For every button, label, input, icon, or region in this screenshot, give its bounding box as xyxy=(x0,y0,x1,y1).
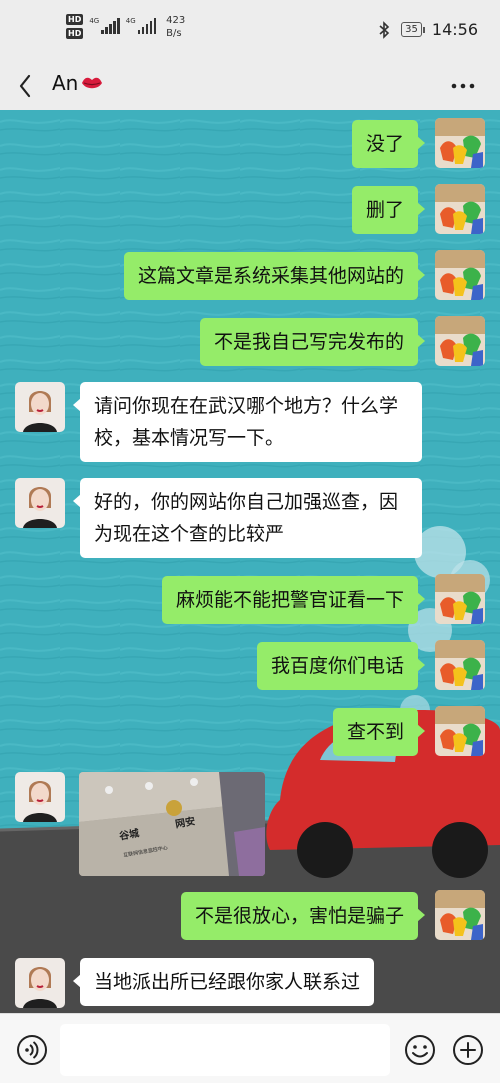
status-bar: HD HD 4G 4G 423 B/s 35 14:56 xyxy=(0,0,500,62)
message-input[interactable] xyxy=(60,1024,390,1076)
network-speed: 423 B/s xyxy=(166,14,185,40)
message-bubble-me[interactable]: 查不到 xyxy=(332,708,426,756)
my-avatar[interactable] xyxy=(435,316,485,366)
message-bubble-me[interactable]: 我百度你们电话 xyxy=(256,642,426,690)
my-avatar[interactable] xyxy=(435,250,485,300)
contact-name: An xyxy=(52,71,79,95)
avatar-image-icon xyxy=(435,574,485,624)
hd-indicators: HD HD xyxy=(66,14,84,39)
message-bubble-me[interactable]: 这篇文章是系统采集其他网站的 xyxy=(123,252,426,300)
message-bubble-me[interactable]: 删了 xyxy=(351,186,426,234)
avatar-image-icon xyxy=(435,250,485,300)
contact-avatar[interactable] xyxy=(15,958,65,1008)
avatar-image-icon xyxy=(15,478,65,528)
more-dots-icon[interactable] xyxy=(450,74,476,98)
back-chevron-icon[interactable] xyxy=(14,70,38,102)
voice-icon[interactable] xyxy=(16,1034,48,1066)
avatar-image-icon xyxy=(15,958,65,1008)
my-avatar[interactable] xyxy=(435,184,485,234)
message-bubble-me[interactable]: 不是很放心，害怕是骗子 xyxy=(180,892,426,940)
avatar-image-icon xyxy=(435,706,485,756)
sim2-network-label: 4G xyxy=(125,17,136,25)
my-avatar[interactable] xyxy=(435,640,485,690)
contact-avatar[interactable] xyxy=(15,478,65,528)
chat-header: An xyxy=(0,62,500,110)
speed-unit: B/s xyxy=(166,28,182,39)
avatar-image-icon xyxy=(15,382,65,432)
status-left: HD HD 4G 4G 423 B/s xyxy=(66,14,185,40)
my-avatar[interactable] xyxy=(435,574,485,624)
avatar-image-icon xyxy=(15,772,65,822)
signal-sim2: 4G xyxy=(125,14,157,34)
message-bubble-other[interactable]: 请问你现在在武汉哪个地方？什么学校，基本情况写一下。 xyxy=(73,382,422,462)
contact-avatar[interactable] xyxy=(15,382,65,432)
message-bubble-me[interactable]: 麻烦能不能把警官证看一下 xyxy=(161,576,426,624)
sim1-network-label: 4G xyxy=(89,17,100,25)
chat-title: An xyxy=(52,71,104,95)
avatar-image-icon xyxy=(435,640,485,690)
contact-avatar[interactable] xyxy=(15,772,65,822)
hd-badge-2: HD xyxy=(66,28,84,39)
status-right: 35 14:56 xyxy=(377,20,478,39)
input-bar xyxy=(0,1013,500,1083)
my-avatar[interactable] xyxy=(435,706,485,756)
emoji-icon[interactable] xyxy=(404,1034,436,1066)
signal-sim1: 4G xyxy=(89,14,120,34)
message-bubble-me[interactable]: 没了 xyxy=(351,120,426,168)
signal-bars-icon xyxy=(101,18,120,34)
hd-badge-1: HD xyxy=(66,14,84,25)
avatar-image-icon xyxy=(435,184,485,234)
image-message[interactable]: 谷城 网安 互联网信息监控中心 xyxy=(79,772,265,876)
speed-value: 423 xyxy=(166,15,186,26)
avatar-image-icon xyxy=(435,118,485,168)
my-avatar[interactable] xyxy=(435,890,485,940)
bluetooth-icon xyxy=(379,20,390,39)
avatar-image-icon xyxy=(435,316,485,366)
kiss-lips-icon xyxy=(82,77,103,89)
avatar-image-icon xyxy=(435,890,485,940)
my-avatar[interactable] xyxy=(435,118,485,168)
office-photo-icon xyxy=(79,772,265,876)
clock: 14:56 xyxy=(431,20,478,39)
chat-area[interactable]: 没了 删了 这篇文章是系统采集其他网站的 不是我自己写完发布的 请问你现在在武汉… xyxy=(0,110,500,1013)
signal-bars-icon xyxy=(137,18,157,34)
message-bubble-me[interactable]: 不是我自己写完发布的 xyxy=(199,318,426,366)
chat-background-wallpaper xyxy=(0,110,500,1013)
battery-icon: 35 xyxy=(401,22,425,37)
plus-icon[interactable] xyxy=(452,1034,484,1066)
message-bubble-other[interactable]: 好的，你的网站你自己加强巡查，因为现在这个查的比较严 xyxy=(73,478,422,558)
message-bubble-other[interactable]: 当地派出所已经跟你家人联系过 xyxy=(72,958,375,1006)
